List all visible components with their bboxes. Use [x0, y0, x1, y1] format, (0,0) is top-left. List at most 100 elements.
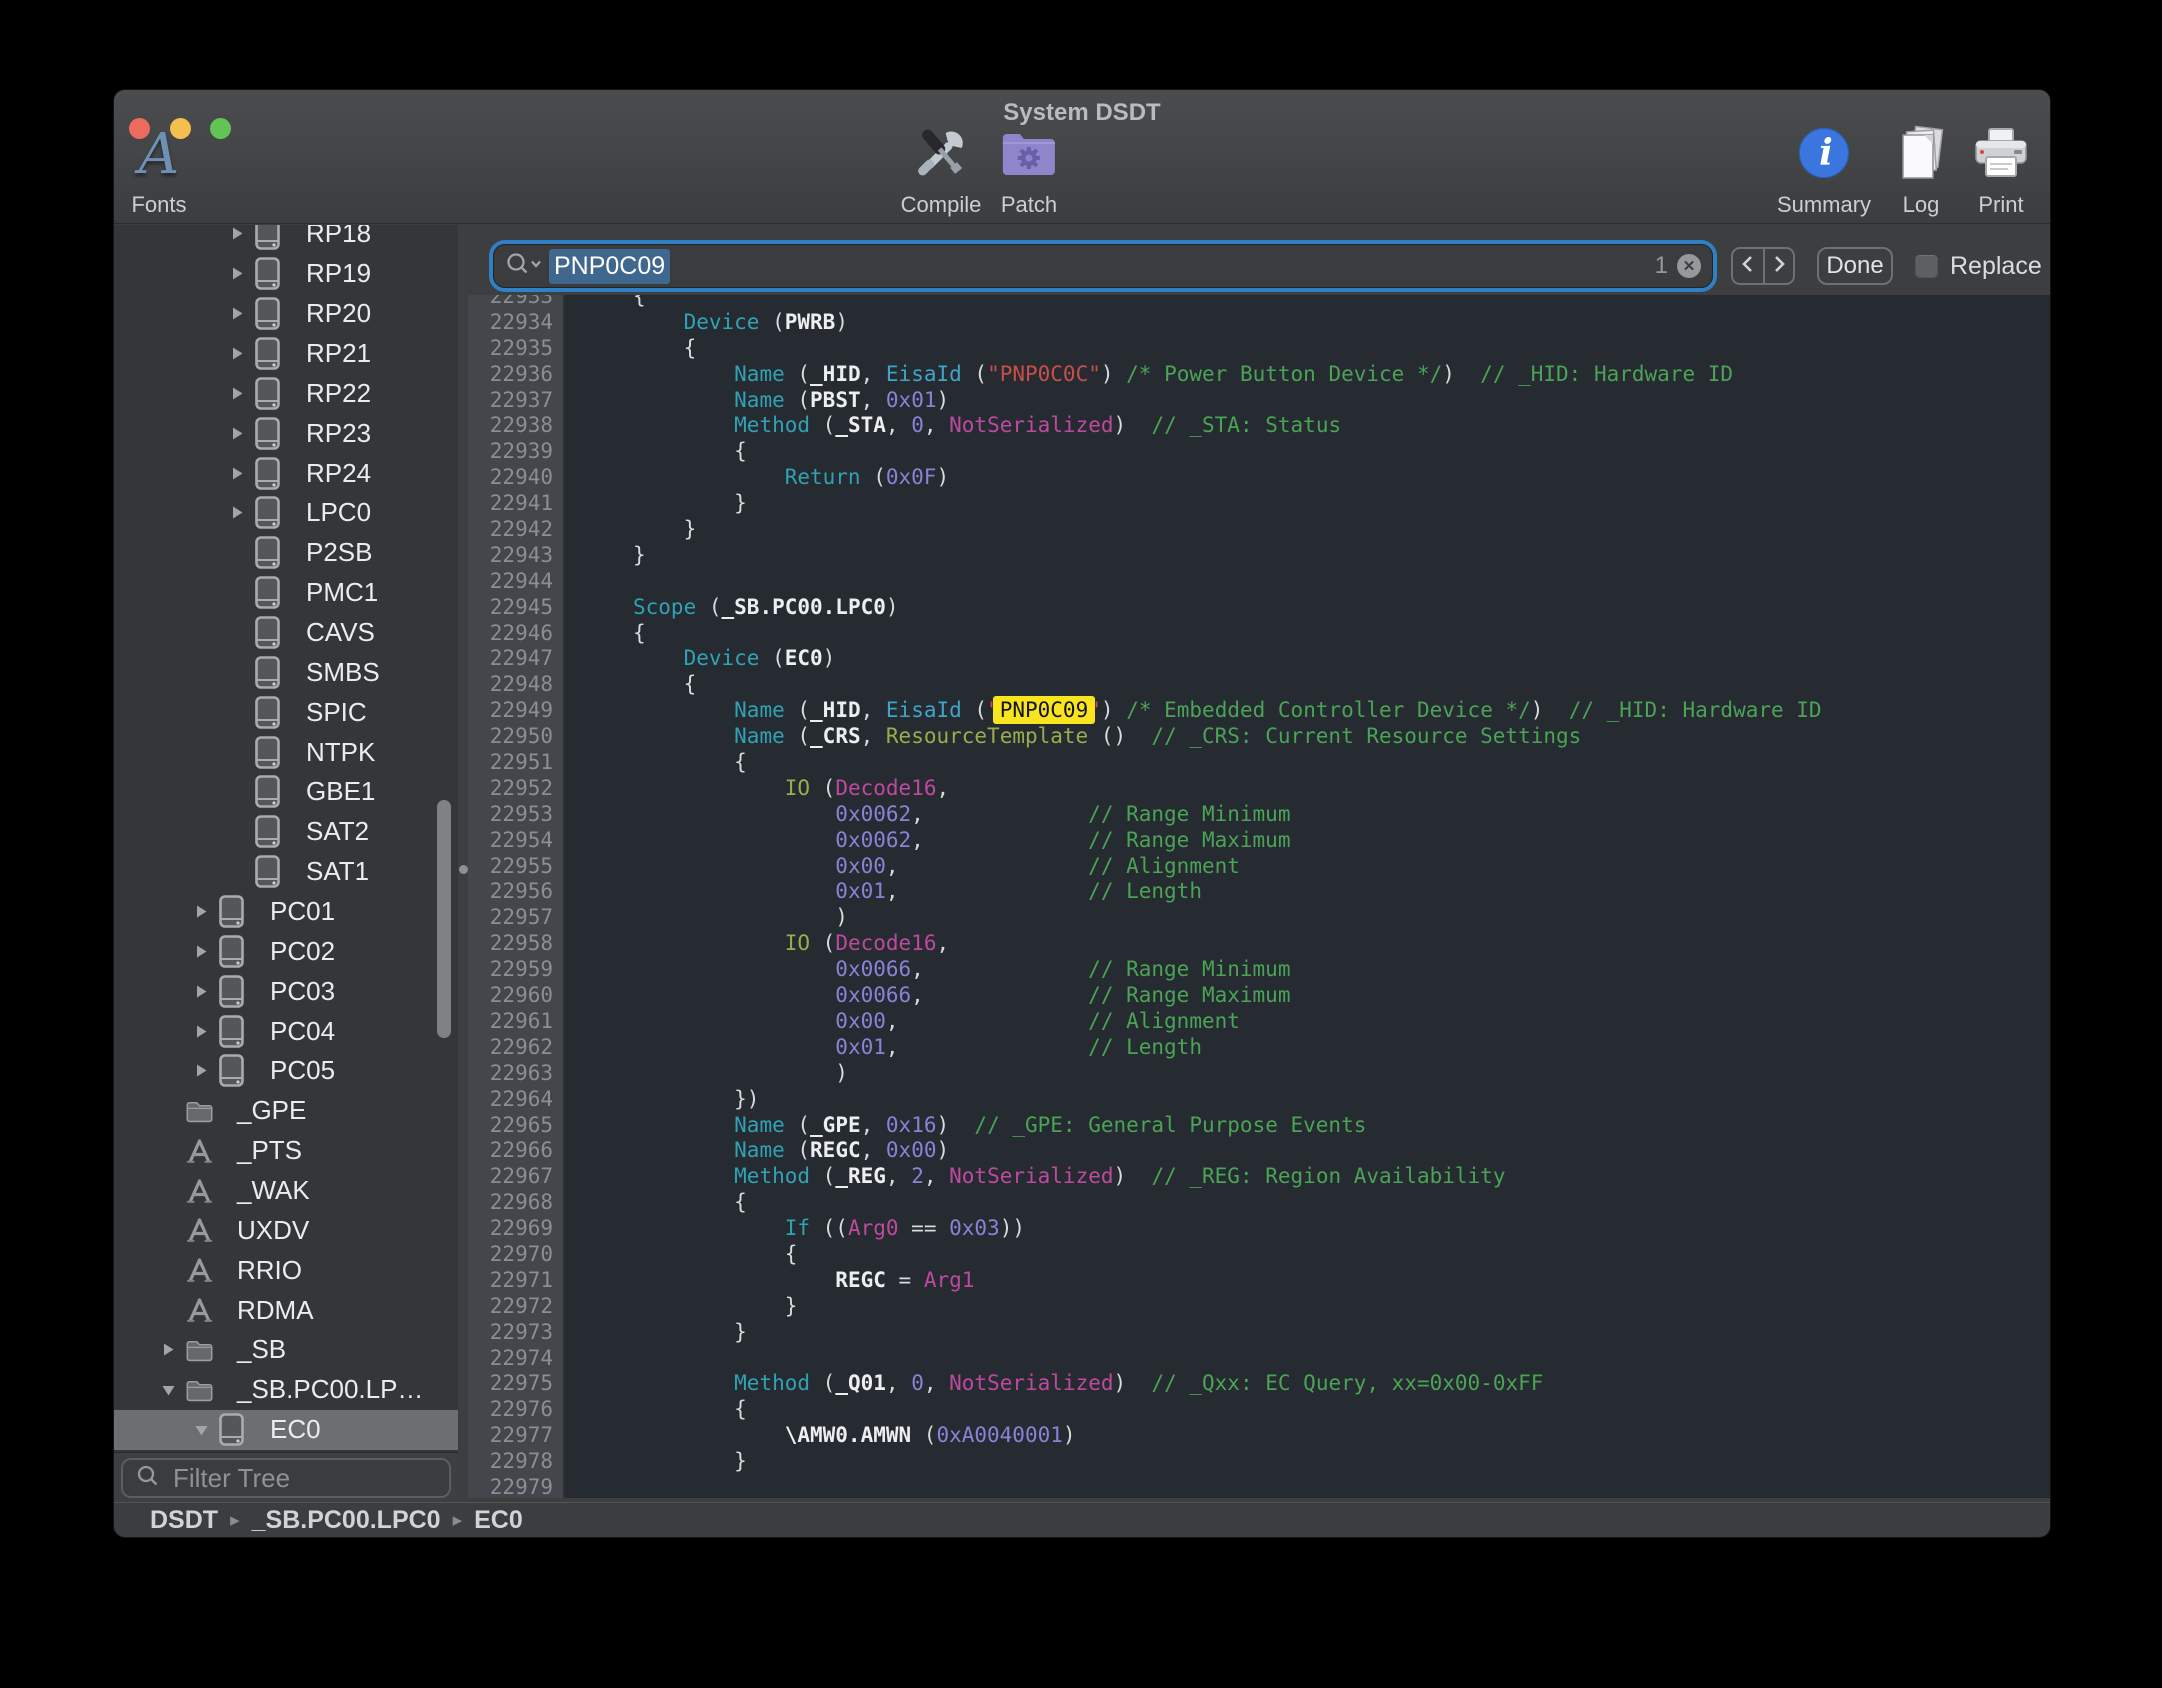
breadcrumb-scope[interactable]: _SB.PC00.LPC0	[252, 1506, 441, 1535]
tree-item-P2SB[interactable]: P2SB	[114, 533, 458, 573]
zoom-window-button[interactable]	[210, 118, 231, 139]
disclosure-right-icon[interactable]	[229, 464, 247, 482]
disclosure-right-icon[interactable]	[229, 225, 247, 243]
tree-item-UXDV[interactable]: UXDV	[114, 1210, 458, 1250]
code-line: 22975 Method (_Q01, 0, NotSerialized) //…	[468, 1371, 2050, 1397]
tree-item-RP20[interactable]: RP20	[114, 294, 458, 334]
code-line: 22939 {	[468, 439, 2050, 465]
code-line: 22954 0x0062, // Range Maximum	[468, 828, 2050, 854]
tree-item-RP21[interactable]: RP21	[114, 334, 458, 374]
tree-item-SMBS[interactable]: SMBS	[114, 652, 458, 692]
toolbar-item-summary[interactable]: i Summary	[1777, 124, 1871, 218]
tree-item-label: RP18	[306, 225, 371, 249]
find-input[interactable]: PNP0C09 1 ✕	[493, 244, 1713, 288]
toolbar-label: Log	[1895, 192, 1947, 218]
tree-item-PC05[interactable]: PC05	[114, 1051, 458, 1091]
disclosure-down-icon[interactable]	[193, 1421, 211, 1439]
pane-splitter[interactable]	[458, 225, 468, 1502]
device-icon	[219, 975, 246, 1008]
tree-item-SAT1[interactable]: SAT1	[114, 852, 458, 892]
replace-checkbox[interactable]	[1915, 255, 1938, 278]
code-line: 22944	[468, 569, 2050, 595]
tree-item-PC02[interactable]: PC02	[114, 931, 458, 971]
tree-item-PC04[interactable]: PC04	[114, 1011, 458, 1051]
tree-item-PC01[interactable]: PC01	[114, 892, 458, 932]
tree-item-RDMA[interactable]: RDMA	[114, 1290, 458, 1330]
code-text: \AMW0.AMWN (0xA0040001)	[565, 1423, 1076, 1449]
disclosure-right-icon[interactable]	[229, 504, 247, 522]
disclosure-right-icon[interactable]	[193, 903, 211, 921]
clear-search-icon[interactable]: ✕	[1677, 254, 1701, 278]
tree-item-label: RP21	[306, 338, 371, 369]
disclosure-right-icon[interactable]	[229, 345, 247, 363]
tree-item-RP22[interactable]: RP22	[114, 373, 458, 413]
tree-item-PC03[interactable]: PC03	[114, 971, 458, 1011]
done-button[interactable]: Done	[1817, 247, 1893, 285]
tree-item-label: PC04	[270, 1016, 335, 1047]
tree-item-_SB[interactable]: _SB	[114, 1330, 458, 1370]
line-number: 22965	[468, 1113, 565, 1139]
sidebar-tree[interactable]: RP18 RP19RP20 RP21 RP22 RP23RP24LPC0P2SBPMC1…	[114, 225, 458, 1452]
breadcrumb-device[interactable]: EC0	[474, 1506, 523, 1535]
tree-item-EC0[interactable]: EC0	[114, 1410, 458, 1450]
code-line: 22976 {	[468, 1397, 2050, 1423]
toolbar-item-compile[interactable]: Compile	[901, 124, 982, 218]
code-text: 0x01, // Length	[565, 879, 1202, 905]
tree-item-label: SAT1	[306, 856, 369, 887]
code-text: 0x00, // Alignment	[565, 854, 1240, 880]
line-number: 22961	[468, 1009, 565, 1035]
tree-item-RP19[interactable]: RP19	[114, 254, 458, 294]
tree-item-GBE1[interactable]: GBE1	[114, 772, 458, 812]
filter-tree-input[interactable]: Filter Tree	[121, 1458, 451, 1498]
next-match-button[interactable]	[1763, 249, 1793, 283]
tree-item-SPIC[interactable]: SPIC	[114, 692, 458, 732]
code-editor[interactable]: 22933{22934 Device (PWRB)22935 {22936 Na…	[468, 295, 2050, 1498]
code-line: 22961 0x00, // Alignment	[468, 1009, 2050, 1035]
code-text: }	[565, 543, 646, 569]
disclosure-right-icon[interactable]	[160, 1341, 178, 1359]
chevron-left-icon	[1739, 253, 1757, 280]
code-line: 22973 }	[468, 1320, 2050, 1346]
tree-item-label: _GPE	[237, 1095, 306, 1126]
disclosure-right-icon[interactable]	[193, 982, 211, 1000]
code-text: Name (_HID, EisaId ("PNP0C0C") /* Power …	[565, 362, 1733, 388]
code-line: 22968 {	[468, 1190, 2050, 1216]
disclosure-right-icon[interactable]	[193, 1022, 211, 1040]
disclosure-right-icon[interactable]	[229, 424, 247, 442]
search-icon[interactable]	[505, 252, 543, 281]
disclosure-right-icon[interactable]	[193, 1062, 211, 1080]
device-icon	[255, 815, 282, 848]
tree-item-NTPK[interactable]: NTPK	[114, 732, 458, 772]
toolbar-item-patch[interactable]: Patch	[1001, 124, 1057, 218]
disclosure-right-icon[interactable]	[229, 305, 247, 323]
tree-item-label: RP22	[306, 378, 371, 409]
tree-item-PMC1[interactable]: PMC1	[114, 573, 458, 613]
tree-item-_PTS[interactable]: _PTS	[114, 1131, 458, 1171]
tree-item-_GPE[interactable]: _GPE	[114, 1091, 458, 1131]
breadcrumb-dsdt[interactable]: DSDT	[150, 1506, 218, 1535]
previous-match-button[interactable]	[1733, 249, 1763, 283]
tree-item-_SB.PC00.LP…[interactable]: _SB.PC00.LP…	[114, 1370, 458, 1410]
disclosure-right-icon[interactable]	[229, 265, 247, 283]
filter-search-icon	[135, 1463, 161, 1494]
tree-item-LPC0[interactable]: LPC0	[114, 493, 458, 533]
tree-item-CAVS[interactable]: CAVS	[114, 613, 458, 653]
tree-item-_WAK[interactable]: _WAK	[114, 1171, 458, 1211]
toolbar-item-log[interactable]: Log	[1895, 124, 1947, 218]
splitter-handle-icon[interactable]	[459, 865, 468, 874]
toolbar-item-print[interactable]: Print	[1973, 124, 2029, 218]
sidebar-scrollbar-thumb[interactable]	[437, 800, 451, 1038]
tree-item-RP23[interactable]: RP23	[114, 413, 458, 453]
disclosure-down-icon[interactable]	[160, 1381, 178, 1399]
toolbar: System DSDT A Fonts Compile	[114, 90, 2050, 224]
disclosure-right-icon[interactable]	[229, 384, 247, 402]
tree-item-label: _PTS	[237, 1135, 302, 1166]
device-icon	[255, 417, 282, 450]
code-line: 22979	[468, 1475, 2050, 1498]
tree-item-RRIO[interactable]: RRIO	[114, 1250, 458, 1290]
tree-item-RP18[interactable]: RP18	[114, 225, 458, 254]
tree-item-RP24[interactable]: RP24	[114, 453, 458, 493]
toolbar-item-fonts[interactable]: A Fonts	[131, 124, 186, 218]
disclosure-right-icon[interactable]	[193, 942, 211, 960]
tree-item-SAT2[interactable]: SAT2	[114, 812, 458, 852]
